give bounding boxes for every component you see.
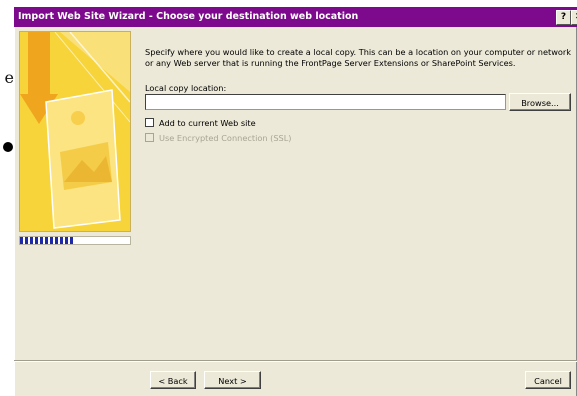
background-dot xyxy=(3,142,13,152)
browse-button[interactable]: Browse... xyxy=(509,93,571,111)
wizard-dialog: Import Web Site Wizard - Choose your des… xyxy=(14,7,577,396)
add-to-current-label: Add to current Web site xyxy=(159,118,256,128)
background-letter: e xyxy=(4,68,14,87)
checkbox-icon xyxy=(145,133,154,142)
close-icon[interactable]: ✕ xyxy=(571,10,577,25)
ssl-label: Use Encrypted Connection (SSL) xyxy=(159,133,292,143)
local-copy-label: Local copy location: xyxy=(145,83,227,93)
help-icon[interactable]: ? xyxy=(556,10,571,25)
wizard-art-icon xyxy=(19,31,131,232)
cancel-button[interactable]: Cancel xyxy=(525,371,571,389)
local-copy-input[interactable] xyxy=(145,94,506,110)
next-button[interactable]: Next > xyxy=(204,371,261,389)
window-title: Import Web Site Wizard - Choose your des… xyxy=(18,11,359,22)
wizard-progress-bar xyxy=(19,236,131,245)
step-description: Specify where you would like to create a… xyxy=(145,47,572,68)
footer-separator xyxy=(14,360,577,362)
checkbox-icon[interactable] xyxy=(145,118,154,127)
wizard-progress-fill xyxy=(20,237,73,244)
title-bar: Import Web Site Wizard - Choose your des… xyxy=(14,7,577,27)
wizard-art-graphic xyxy=(20,32,130,231)
back-button[interactable]: < Back xyxy=(150,371,196,389)
